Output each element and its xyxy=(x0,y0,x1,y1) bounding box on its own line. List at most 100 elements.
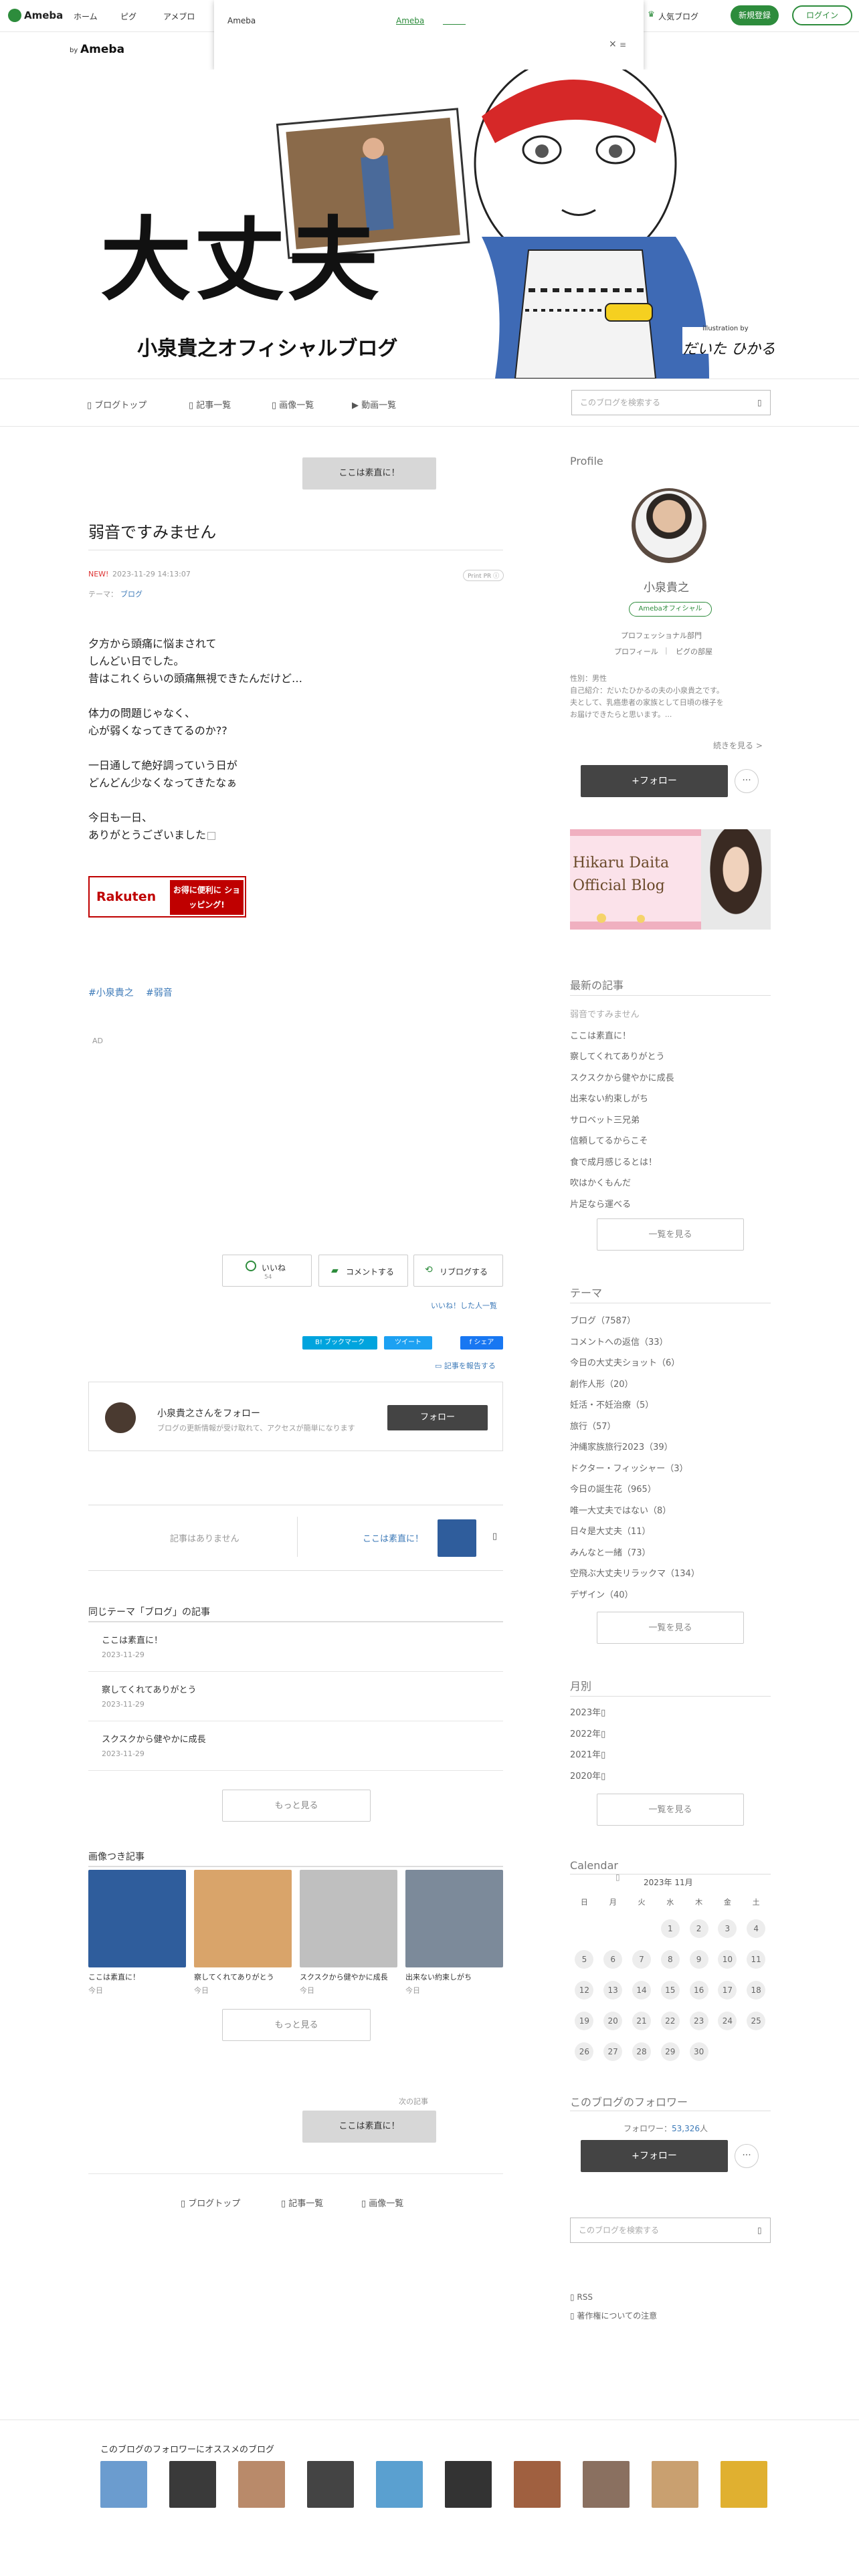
calendar-day[interactable]: 23 xyxy=(684,2012,713,2030)
theme-item[interactable]: 沖縄家族旅行2023（39） xyxy=(570,1437,700,1459)
next-article-link[interactable]: ここは素直に！ xyxy=(363,1531,423,1544)
follow-button[interactable]: フォロー xyxy=(387,1405,488,1430)
popup-link[interactable]: Ameba xyxy=(396,16,424,25)
followers-follow-button[interactable]: +フォロー xyxy=(581,2140,728,2172)
comment-button[interactable]: ▰ コメントする xyxy=(318,1255,408,1287)
rss-link[interactable]: ▯ RSS xyxy=(570,2292,593,2302)
recommended-blog-avatar[interactable] xyxy=(307,2461,354,2508)
calendar-day[interactable]: 15 xyxy=(656,1981,684,2000)
theme-link[interactable]: ブログ xyxy=(120,588,142,599)
recommended-blog-avatar[interactable] xyxy=(514,2461,561,2508)
latest-item[interactable]: 出来ない約束しがち xyxy=(570,1089,674,1110)
rakuten-banner[interactable]: Rakuten お得に便利に ショッピング! xyxy=(88,876,246,918)
calendar-day[interactable]: 16 xyxy=(684,1981,713,2000)
calendar-day[interactable]: 27 xyxy=(599,2042,628,2061)
theme-item[interactable]: デザイン（40） xyxy=(570,1585,700,1606)
calendar-day[interactable]: 14 xyxy=(628,1981,656,2000)
search-icon[interactable]: ▯ xyxy=(757,398,762,407)
report-link[interactable]: ▭ 記事を報告する xyxy=(435,1360,496,1371)
recommended-blog-avatar[interactable] xyxy=(721,2461,767,2508)
print-pr-button[interactable]: Print PR ⓘ xyxy=(463,570,504,581)
reblog-button[interactable]: ⟲ リブログする xyxy=(413,1255,503,1287)
theme-item[interactable]: みんなと一緒（73） xyxy=(570,1543,700,1564)
calendar-day[interactable]: 7 xyxy=(628,1950,656,1969)
like-button[interactable]: いいね 54 xyxy=(222,1255,312,1287)
calendar-day[interactable]: 12 xyxy=(570,1981,599,2000)
expand-icon[interactable]: ▯ xyxy=(601,1750,605,1760)
recommended-blog-avatar[interactable] xyxy=(100,2461,147,2508)
theme-item[interactable]: 旅行（57） xyxy=(570,1416,700,1438)
recommended-blog-avatar[interactable] xyxy=(238,2461,285,2508)
theme-item[interactable]: 空飛ぶ大丈夫リラックマ（134） xyxy=(570,1564,700,1585)
list-item[interactable]: ここは素直に！ 2023-11-29 xyxy=(88,1622,503,1672)
more-same-theme-button[interactable]: もっと見る xyxy=(222,1790,371,1822)
recommended-blog-avatar[interactable] xyxy=(169,2461,216,2508)
followers-number[interactable]: 53,326 xyxy=(672,2124,700,2133)
theme-item[interactable]: 今日の大丈夫ショット（6） xyxy=(570,1353,700,1374)
theme-item[interactable]: コメントへの返信（33） xyxy=(570,1332,700,1354)
recommended-blog-avatar[interactable] xyxy=(583,2461,630,2508)
nav-pigg-link[interactable]: ピグ xyxy=(120,11,136,22)
monthly-list-all-button[interactable]: 一覧を見る xyxy=(597,1794,744,1826)
theme-item[interactable]: 今日の誕生花（965） xyxy=(570,1479,700,1501)
theme-item[interactable]: 創作人形（20） xyxy=(570,1374,700,1396)
month-item[interactable]: 2023年▯ xyxy=(570,1703,605,1724)
theme-item[interactable]: ドクター・フィッシャー（3） xyxy=(570,1459,700,1480)
calendar-day[interactable]: 17 xyxy=(713,1981,742,2000)
latest-item[interactable]: スクスクから健やかに成長 xyxy=(570,1068,674,1089)
calendar-day[interactable]: 29 xyxy=(656,2042,684,2061)
bottom-next-article-button[interactable]: ここは素直に！ xyxy=(302,2111,436,2143)
latest-item[interactable]: 信頼してるからこそ xyxy=(570,1131,674,1152)
hatena-bookmark-button[interactable]: B! ブックマーク xyxy=(302,1336,377,1350)
sidebar-search-input[interactable]: このブログを検索する xyxy=(570,2218,771,2243)
calendar-day[interactable]: 8 xyxy=(656,1950,684,1969)
latest-item[interactable]: 片足なら運べる xyxy=(570,1194,674,1216)
profile-link[interactable]: プロフィール xyxy=(614,646,658,657)
bottom-nav-blog-top[interactable]: ▯ ブログトップ xyxy=(181,2196,240,2209)
latest-item[interactable]: 食で成月感じるとは！ xyxy=(570,1152,674,1174)
copyright-link[interactable]: ▯ 著作権についての注意 xyxy=(570,2310,657,2321)
list-item[interactable]: 察してくれてありがとう 2023-11-29 xyxy=(88,1672,503,1721)
bottom-nav-article-list[interactable]: ▯ 記事一覧 xyxy=(281,2196,323,2209)
theme-item[interactable]: 日々是大丈夫（11） xyxy=(570,1521,700,1543)
ameba-logo-icon[interactable] xyxy=(8,9,21,22)
nav-ameblo-link[interactable]: アメブロ xyxy=(163,11,195,22)
hashtag-2[interactable]: #弱音 xyxy=(146,986,173,999)
calendar-day[interactable]: 5 xyxy=(570,1950,599,1969)
image-card[interactable]: スクスクから健やかに成長 今日 xyxy=(300,1870,397,1997)
top-next-article-button[interactable]: ここは素直に！ xyxy=(302,457,436,490)
image-card[interactable]: 出来ない約束しがち 今日 xyxy=(405,1870,503,1997)
sidebar-follow-button[interactable]: +フォロー xyxy=(581,765,728,797)
recommended-blog-avatar[interactable] xyxy=(376,2461,423,2508)
bottom-nav-image-list[interactable]: ▯ 画像一覧 xyxy=(361,2196,403,2209)
liked-by-link[interactable]: いいね！した人一覧 xyxy=(431,1300,497,1311)
more-options-icon[interactable]: ··· xyxy=(735,769,759,793)
month-item[interactable]: 2021年▯ xyxy=(570,1745,605,1766)
nav-article-list[interactable]: ▯ 記事一覧 xyxy=(189,398,231,411)
calendar-day[interactable]: 2 xyxy=(684,1919,713,1938)
menu-icon[interactable]: ≡ xyxy=(619,40,626,49)
nav-video-list[interactable]: ▶ 動画一覧 xyxy=(352,398,396,411)
brand-name[interactable]: Ameba xyxy=(80,43,124,56)
calendar-day[interactable]: 25 xyxy=(742,2012,771,2030)
calendar-day[interactable]: 11 xyxy=(742,1950,771,1969)
latest-item-current[interactable]: 弱音ですみません xyxy=(570,1004,674,1026)
calendar-day[interactable]: 20 xyxy=(599,2012,628,2030)
facebook-share-button[interactable]: f シェア xyxy=(460,1336,503,1350)
nav-image-list[interactable]: ▯ 画像一覧 xyxy=(272,398,314,411)
calendar-day[interactable]: 18 xyxy=(742,1981,771,2000)
more-options-icon[interactable]: ··· xyxy=(735,2144,759,2168)
nav-blog-top[interactable]: ▯ ブログトップ xyxy=(87,398,147,411)
expand-icon[interactable]: ▯ xyxy=(601,1772,605,1782)
calendar-day[interactable]: 19 xyxy=(570,2012,599,2030)
login-button[interactable]: ログイン xyxy=(792,5,852,25)
calendar-day[interactable]: 9 xyxy=(684,1950,713,1969)
ameba-logo[interactable]: Ameba xyxy=(24,9,63,21)
month-item[interactable]: 2022年▯ xyxy=(570,1724,605,1745)
latest-item[interactable]: ここは素直に！ xyxy=(570,1026,674,1047)
latest-item[interactable]: サロベット三兄弟 xyxy=(570,1110,674,1132)
latest-list-all-button[interactable]: 一覧を見る xyxy=(597,1218,744,1251)
next-article-thumbnail[interactable] xyxy=(438,1519,476,1557)
calendar-day[interactable]: 4 xyxy=(742,1919,771,1938)
hashtag-1[interactable]: #小泉貴之 xyxy=(88,986,134,999)
